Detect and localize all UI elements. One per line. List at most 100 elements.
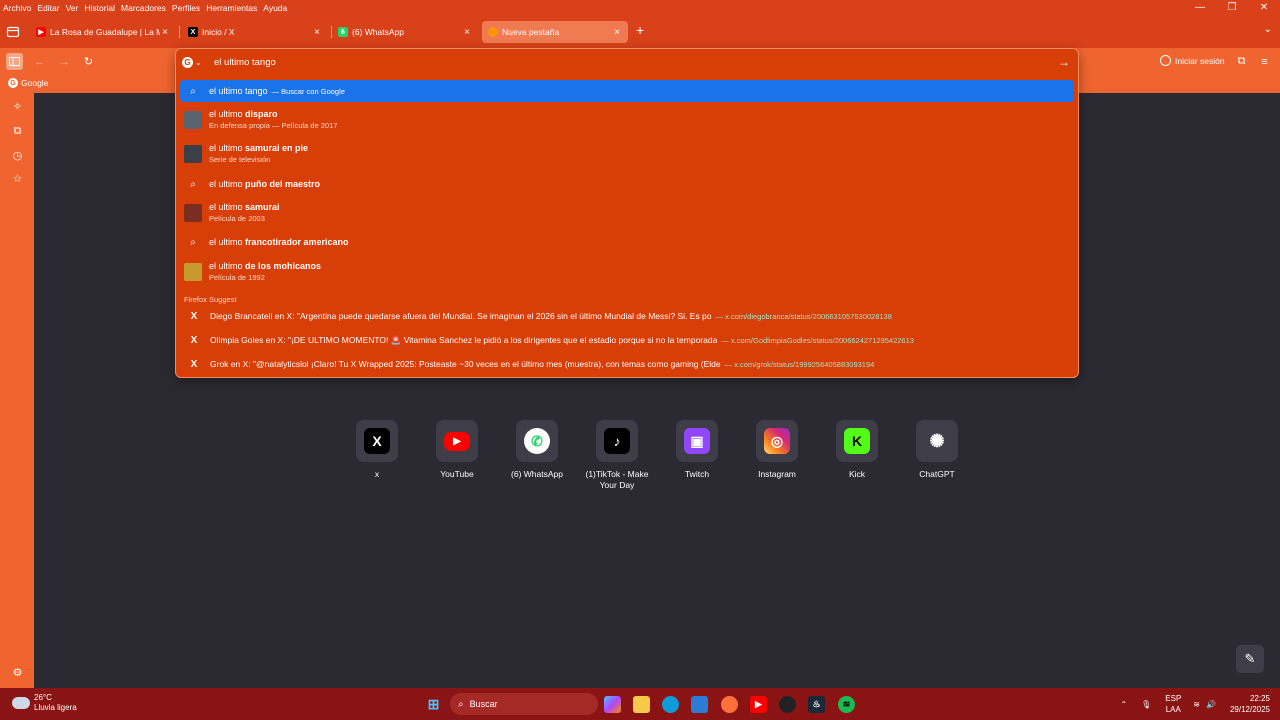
ai-chatbot-icon[interactable]: ✧ [11, 100, 24, 113]
taskbar-search[interactable]: ⌕ Buscar [450, 693, 598, 715]
menu-historial[interactable]: Historial [81, 3, 118, 13]
sidebar-toggle-icon[interactable] [6, 53, 23, 70]
shortcut-twitch[interactable]: ▣ Twitch [657, 420, 737, 480]
tab-inicio-x[interactable]: X Inicio / X × [182, 21, 328, 43]
url-input[interactable] [214, 56, 1034, 68]
close-icon[interactable]: × [312, 27, 322, 38]
synced-tabs-icon[interactable]: ⧉ [11, 125, 24, 138]
chrome-icon[interactable] [779, 696, 796, 713]
search-icon: ⌕ [190, 236, 196, 248]
shortcut-youtube[interactable]: ▶ YouTube [417, 420, 497, 480]
close-icon[interactable]: × [612, 27, 622, 38]
history-icon[interactable]: ◷ [11, 149, 24, 162]
clock-time: 22:25 [1249, 694, 1270, 703]
weather-desc: Lluvia ligera [34, 703, 77, 712]
file-explorer-icon[interactable] [633, 696, 650, 713]
extensions-icon[interactable]: ⧉ [1233, 53, 1250, 70]
volume-icon[interactable]: 🔊 [1206, 700, 1216, 709]
edit-pencil-icon[interactable]: ✎ [1236, 645, 1264, 673]
shortcut-tile: ✆ [516, 420, 558, 462]
shortcut-tile: X [356, 420, 398, 462]
menu-bar: Archivo Editar Ver Historial Marcadores … [0, 0, 1280, 16]
new-tab-plus-icon[interactable]: + [636, 22, 644, 38]
edge-icon[interactable] [662, 696, 679, 713]
weather-widget[interactable]: 26°C Lluvia ligera [12, 693, 77, 713]
tab-list-icon[interactable] [6, 25, 20, 39]
clock[interactable]: 22:25 29/12/2025 [1230, 693, 1270, 715]
gear-icon[interactable]: ⚙ [11, 666, 24, 679]
forward-arrow-icon[interactable]: → [56, 53, 73, 70]
tab-rosa-guadalupe[interactable]: ▶ La Rosa de Guadalupe | La Mar × [30, 21, 176, 43]
suggestion-prefix: el ultimo [209, 179, 246, 189]
menu-editar[interactable]: Editar [34, 3, 62, 13]
x-result[interactable]: X Olimpia Goles en X: "¡DE ULTIMO MOMENT… [180, 329, 1074, 351]
signin-button[interactable]: Iniciar sesión [1160, 55, 1225, 66]
windows-start-icon[interactable]: ⊞ [425, 696, 442, 713]
microphone-icon[interactable]: 🎙 [1141, 700, 1151, 709]
steam-icon[interactable]: ♨ [808, 696, 825, 713]
suggestion-item[interactable]: el ultimo disparo En defensa propia — Pe… [180, 106, 1074, 133]
close-icon[interactable]: × [462, 27, 472, 38]
close-window-icon[interactable]: ✕ [1248, 0, 1280, 16]
wifi-icon[interactable]: ≋ [1193, 700, 1200, 709]
hamburger-menu-icon[interactable]: ≡ [1256, 53, 1273, 70]
shortcut-tiktok[interactable]: ♪ (1)TikTok - Make Your Day [577, 420, 657, 491]
menu-archivo[interactable]: Archivo [0, 3, 34, 13]
chevron-down-icon[interactable]: ⌄ [1264, 24, 1272, 35]
firefox-icon [488, 27, 498, 37]
spotify-icon[interactable]: ≋ [838, 696, 855, 713]
suggestion-subtitle: Película de 2003 [209, 214, 265, 223]
bookmarks-star-icon[interactable]: ☆ [11, 172, 24, 185]
shortcut-tile: ✺ [916, 420, 958, 462]
menu-perfiles[interactable]: Perfiles [169, 3, 203, 13]
back-arrow-icon[interactable]: ← [31, 53, 48, 70]
menu-herramientas[interactable]: Herramientas [203, 3, 260, 13]
sidebar: ✧ ⧉ ◷ ☆ ⚙ [0, 93, 34, 688]
shortcut-kick[interactable]: K Kick [817, 420, 897, 480]
suggestion-item[interactable]: ⌕ el ultimo francotirador americano [180, 231, 1074, 253]
youtube-icon[interactable]: ▶ [750, 696, 767, 713]
suggestion-bold: de los mohicanos [245, 261, 322, 271]
close-icon[interactable]: × [160, 27, 170, 38]
x-result[interactable]: X Grok en X: "@natalyticslol ¡Claro! Tu … [180, 353, 1074, 375]
bookmark-label: Google [21, 78, 49, 88]
shortcut-x[interactable]: X x [337, 420, 417, 480]
language-indicator[interactable]: ESP LAA [1165, 693, 1181, 715]
reload-icon[interactable]: ↻ [80, 53, 97, 70]
twitch-icon: ▣ [684, 428, 710, 454]
menu-ver[interactable]: Ver [63, 3, 82, 13]
shortcut-chatgpt[interactable]: ✺ ChatGPT [897, 420, 977, 480]
suggestion-item[interactable]: el ultimo samurai en pie Serie de televi… [180, 140, 1074, 167]
search-engine-selector[interactable]: G ⌄ [182, 55, 208, 69]
shortcut-instagram[interactable]: ◎ Instagram [737, 420, 817, 480]
tab-strip: ▶ La Rosa de Guadalupe | La Mar × X Inic… [0, 16, 1280, 48]
shortcut-label: YouTube [440, 469, 474, 479]
outlook-icon[interactable] [691, 696, 708, 713]
suggestion-item[interactable]: ⌕ el ultimo puño del maestro [180, 173, 1074, 195]
menu-marcadores[interactable]: Marcadores [118, 3, 169, 13]
suggestion-bold: samurai [245, 202, 280, 212]
suggestion-item[interactable]: el ultimo samurai Película de 2003 [180, 199, 1074, 226]
chevron-down-icon: ⌄ [195, 57, 202, 67]
tab-nueva-pestana[interactable]: Nueva pestaña × [482, 21, 628, 43]
suggestion-text: el ultimo tango [209, 86, 268, 96]
suggestion-prefix: el ultimo [209, 261, 246, 271]
chevron-up-icon[interactable]: ⌃ [1120, 700, 1127, 709]
x-result[interactable]: X Diego Brancateli en X: "Argentina pued… [180, 305, 1074, 327]
tab-whatsapp[interactable]: 6 (6) WhatsApp × [332, 21, 478, 43]
firefox-icon[interactable] [721, 696, 738, 713]
suggestion-search[interactable]: ⌕ el ultimo tango — Buscar con Google [180, 80, 1074, 102]
shortcut-label: ChatGPT [919, 469, 955, 479]
account-icon [1160, 55, 1171, 66]
go-arrow-icon[interactable]: → [1058, 55, 1070, 69]
shortcut-whatsapp[interactable]: ✆ (6) WhatsApp [497, 420, 577, 480]
copilot-icon[interactable] [604, 696, 621, 713]
bookmark-google[interactable]: G Google [8, 78, 48, 88]
minimize-icon[interactable]: — [1184, 0, 1216, 16]
menu-ayuda[interactable]: Ayuda [260, 3, 290, 13]
suggestion-item[interactable]: el ultimo de los mohicanos Película de 1… [180, 258, 1074, 285]
kick-icon: K [844, 428, 870, 454]
restore-icon[interactable]: ❐ [1216, 0, 1248, 16]
youtube-icon: ▶ [444, 431, 470, 451]
suggestion-subtitle: Película de 1992 [209, 273, 265, 282]
